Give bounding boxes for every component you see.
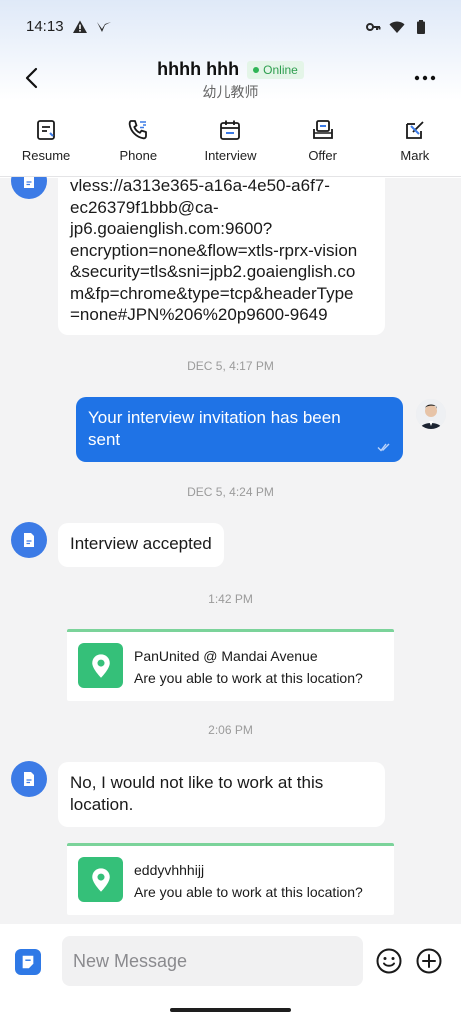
status-bar: 14:13 bbox=[0, 0, 461, 56]
chat-messages[interactable]: vless://a313e365-a16a-4e50-a6f7- ec26379… bbox=[0, 177, 461, 924]
action-bar: Resume Phone Interview Offer Mark bbox=[0, 118, 461, 174]
location-pin-icon bbox=[78, 857, 123, 902]
contact-header: hhhh hhh Online 幼儿教师 bbox=[0, 59, 461, 102]
phone-label: Phone bbox=[119, 148, 158, 163]
battery-icon bbox=[417, 20, 425, 34]
timestamp: 2:06 PM bbox=[208, 723, 253, 737]
more-options-icon[interactable] bbox=[413, 68, 437, 88]
emoji-icon[interactable] bbox=[375, 947, 403, 975]
interview-label: Interview bbox=[204, 148, 257, 163]
location-card[interactable]: PanUnited @ Mandai Avenue Are you able t… bbox=[67, 629, 394, 701]
read-receipt-icon bbox=[377, 443, 390, 452]
status-time: 14:13 bbox=[26, 18, 64, 35]
timestamp: DEC 5, 4:17 PM bbox=[187, 359, 274, 373]
vpn-key-icon bbox=[366, 23, 381, 31]
location-question: Are you able to work at this location? bbox=[134, 670, 363, 686]
calendar-icon bbox=[220, 120, 241, 140]
resume-label: Resume bbox=[21, 148, 71, 163]
app-notification-icon bbox=[97, 22, 111, 32]
location-title: PanUnited @ Mandai Avenue bbox=[134, 648, 318, 664]
location-question: Are you able to work at this location? bbox=[134, 884, 363, 900]
location-title: eddyvhhhijj bbox=[134, 862, 205, 878]
home-indicator[interactable] bbox=[170, 1008, 291, 1012]
message-bubble-vless[interactable]: vless://a313e365-a16a-4e50-a6f7- ec26379… bbox=[58, 177, 385, 335]
phone-button[interactable]: Phone bbox=[92, 118, 184, 174]
quick-reply-button[interactable] bbox=[15, 949, 41, 975]
user-portrait-icon bbox=[416, 399, 446, 429]
interview-button[interactable]: Interview bbox=[184, 118, 276, 174]
message-text-line: jp6.goaienglish.com:9600? bbox=[70, 219, 273, 238]
message-text-line: ec26379f1bbb@ca- bbox=[70, 197, 219, 217]
mark-label: Mark bbox=[400, 148, 430, 163]
message-text-line: vless://a313e365-a16a-4e50-a6f7- bbox=[70, 177, 330, 195]
offer-label: Offer bbox=[308, 148, 337, 163]
document-icon bbox=[24, 177, 34, 188]
message-bubble-invite[interactable]: Your interview invitation has been sent bbox=[76, 397, 403, 462]
online-dot-icon bbox=[253, 66, 260, 73]
document-icon bbox=[24, 533, 34, 547]
resume-button[interactable]: Resume bbox=[0, 118, 92, 174]
message-text-line: =none#JPN%206%20p9600-9649 bbox=[70, 305, 328, 324]
wifi-icon bbox=[389, 21, 405, 33]
message-bubble-accepted[interactable]: Interview accepted bbox=[58, 523, 224, 567]
location-pin-icon bbox=[78, 643, 123, 688]
message-text-line: encryption=none&flow=xtls-rprx-vision bbox=[70, 240, 358, 260]
online-status-badge: Online bbox=[247, 60, 304, 79]
offer-button[interactable]: Offer bbox=[277, 118, 369, 174]
message-text: No, I would not like to work at this loc… bbox=[70, 773, 324, 814]
title-bar: hhhh hhh Online 幼儿教师 bbox=[0, 56, 461, 106]
location-card[interactable]: eddyvhhhijj Are you able to work at this… bbox=[67, 843, 394, 915]
document-icon bbox=[24, 772, 34, 786]
message-input[interactable] bbox=[62, 936, 363, 986]
warning-icon bbox=[73, 20, 87, 33]
message-text: Your interview invitation has been sent bbox=[88, 408, 341, 449]
message-text-line: &security=tls&sni=jpb2.goaienglish.co bbox=[70, 262, 356, 281]
mark-button[interactable]: Mark bbox=[369, 118, 461, 174]
message-bubble-decline[interactable]: No, I would not like to work at this loc… bbox=[58, 762, 385, 827]
phone-icon bbox=[129, 120, 148, 140]
resume-icon bbox=[37, 120, 55, 140]
contact-name: hhhh hhh bbox=[157, 59, 240, 79]
timestamp: DEC 5, 4:24 PM bbox=[187, 485, 274, 499]
offer-icon bbox=[312, 120, 333, 139]
contact-avatar[interactable] bbox=[11, 761, 47, 797]
contact-avatar[interactable] bbox=[11, 522, 47, 558]
online-label: Online bbox=[263, 62, 298, 77]
user-avatar[interactable] bbox=[416, 399, 446, 429]
mark-icon bbox=[405, 121, 424, 139]
message-text: Interview accepted bbox=[70, 534, 212, 553]
contact-avatar[interactable] bbox=[11, 177, 47, 199]
document-icon bbox=[22, 955, 34, 969]
add-attachment-icon[interactable] bbox=[415, 947, 443, 975]
contact-subtitle: 幼儿教师 bbox=[202, 84, 259, 100]
timestamp: 1:42 PM bbox=[208, 592, 253, 606]
message-text-line: m&fp=chrome&type=tcp&headerType bbox=[70, 283, 354, 303]
